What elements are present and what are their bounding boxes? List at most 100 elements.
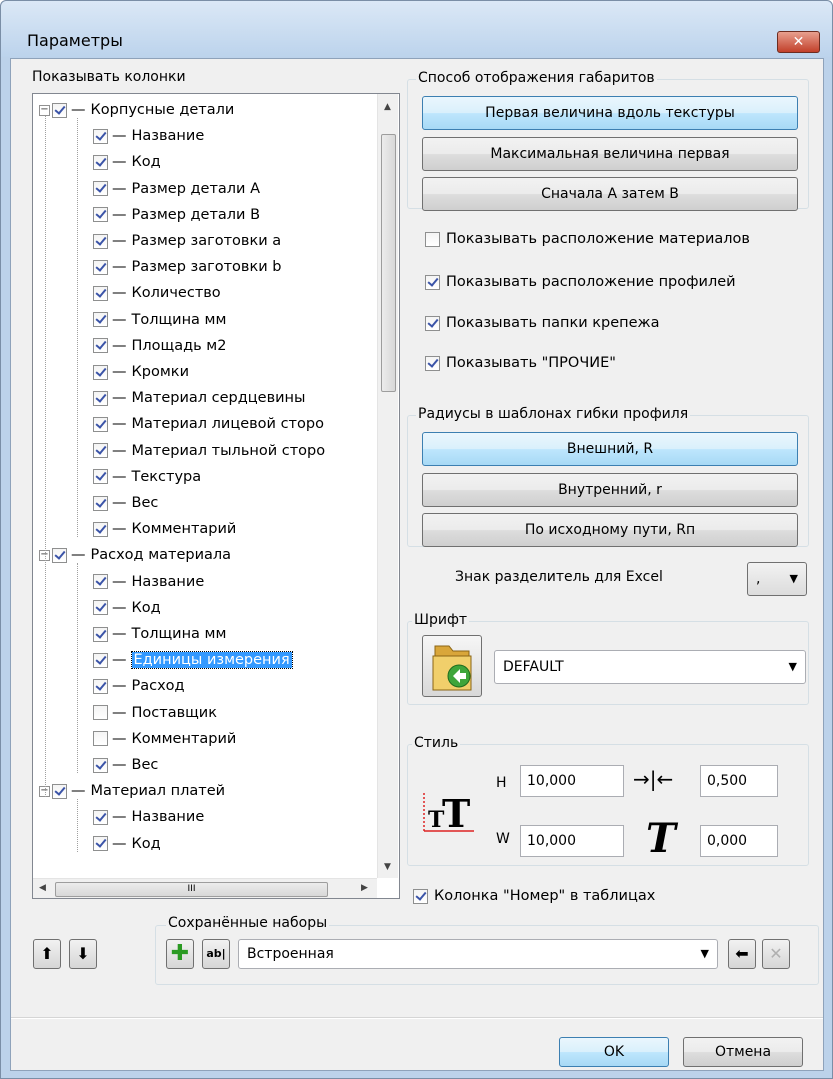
tree-item-checkbox[interactable] (93, 469, 108, 485)
add-set-button[interactable]: ✚ (166, 939, 194, 969)
tree-item-checkbox[interactable] (93, 495, 108, 511)
show-profiles-option[interactable]: Показывать расположение профилей (425, 274, 736, 290)
number-column-option[interactable]: Колонка "Номер" в таблицах (413, 888, 655, 904)
tree-item[interactable]: — Название (93, 805, 204, 829)
radius-mode-button[interactable]: По исходному пути, Rп (422, 513, 798, 547)
delete-set-button[interactable]: ✕ (762, 939, 790, 969)
show-fasteners-option[interactable]: Показывать папки крепежа (425, 315, 659, 331)
tree-item[interactable]: — Размер детали A (93, 177, 260, 201)
cancel-button[interactable]: Отмена (683, 1037, 803, 1067)
show-materials-option[interactable]: Показывать расположение материалов (425, 231, 750, 247)
tree-item[interactable]: — Материал сердцевины (93, 386, 305, 410)
tree-item[interactable]: — Текстура (93, 465, 201, 489)
tree-item[interactable]: — Комментарий (93, 517, 236, 541)
slant-input[interactable]: 0,000 (700, 825, 778, 857)
tree-item[interactable]: — Толщина мм (93, 308, 226, 332)
font-picker-button[interactable] (422, 635, 482, 697)
collapse-icon[interactable]: − (39, 104, 50, 116)
dimension-mode-button[interactable]: Первая величина вдоль текстуры (422, 96, 798, 130)
tree-item[interactable]: — Материал тыльной сторо (93, 439, 325, 463)
tree-item[interactable]: — Размер заготовки a (93, 229, 281, 253)
tree-item-checkbox[interactable] (93, 154, 108, 170)
show-fasteners-checkbox[interactable] (425, 315, 440, 331)
radius-mode-button[interactable]: Внешний, R (422, 432, 798, 466)
tree-item-checkbox[interactable] (93, 600, 108, 616)
saved-set-select[interactable]: Встроенная ▼ (238, 939, 718, 969)
tree-item-checkbox[interactable] (93, 574, 108, 590)
tree-item[interactable]: — Площадь м2 (93, 334, 226, 358)
apply-set-button[interactable]: ⬅ (728, 939, 756, 969)
tree-item-checkbox[interactable] (93, 128, 108, 144)
tree-item-checkbox[interactable] (52, 783, 67, 799)
tree-item[interactable]: — Код (93, 596, 161, 620)
tree-item-checkbox[interactable] (93, 312, 108, 328)
rename-set-button[interactable]: ab| (202, 939, 230, 969)
tree-item[interactable]: — Толщина мм (93, 622, 226, 646)
vertical-scroll-thumb[interactable] (381, 134, 396, 392)
tree-item[interactable]: — Название (93, 124, 204, 148)
tree-item[interactable]: — Размер детали B (93, 203, 260, 227)
tree-item-checkbox[interactable] (93, 285, 108, 301)
tree-item-checkbox[interactable] (93, 809, 108, 825)
move-up-button[interactable]: ⬆ (33, 939, 61, 969)
horizontal-scrollbar[interactable]: ◀ III ▶ (33, 878, 377, 898)
horizontal-scroll-thumb[interactable]: III (55, 882, 328, 897)
show-materials-checkbox[interactable] (425, 231, 440, 247)
tree-item[interactable]: — Материал лицевой сторо (93, 412, 324, 436)
tree-item-checkbox[interactable] (93, 207, 108, 223)
spacing-input[interactable]: 0,500 (700, 765, 778, 797)
tree-item-checkbox[interactable] (93, 836, 108, 852)
width-input[interactable]: 10,000 (520, 825, 624, 857)
scroll-down-icon[interactable]: ▼ (384, 862, 391, 872)
tree-item[interactable]: — Поставщик (93, 701, 217, 725)
tree-item[interactable]: — Единицы измерения (93, 648, 293, 672)
tree-item-checkbox[interactable] (93, 757, 108, 773)
tree-item-checkbox[interactable] (52, 102, 67, 118)
number-column-checkbox[interactable] (413, 888, 428, 904)
tree-item-checkbox[interactable] (52, 547, 67, 563)
tree-item-checkbox[interactable] (93, 233, 108, 249)
tree-item-checkbox[interactable] (93, 364, 108, 380)
tree-item-checkbox[interactable] (93, 705, 108, 721)
tree-item-checkbox[interactable] (93, 678, 108, 694)
tree-item[interactable]: — Название (93, 570, 204, 594)
close-button[interactable]: ✕ (777, 31, 820, 53)
show-other-checkbox[interactable] (425, 355, 440, 371)
tree-group-item[interactable]: − — Материал платей (39, 779, 225, 803)
tree-item-checkbox[interactable] (93, 181, 108, 197)
tree-item[interactable]: — Кромки (93, 360, 189, 384)
tree-item[interactable]: — Комментарий (93, 727, 236, 751)
tree-item-checkbox[interactable] (93, 731, 108, 747)
tree-item-checkbox[interactable] (93, 626, 108, 642)
tree-item-checkbox[interactable] (93, 652, 108, 668)
move-down-button[interactable]: ⬇ (69, 939, 97, 969)
tree-item-checkbox[interactable] (93, 521, 108, 537)
tree-item[interactable]: — Размер заготовки b (93, 255, 281, 279)
radius-mode-button[interactable]: Внутренний, r (422, 473, 798, 507)
tree-item[interactable]: — Код (93, 150, 161, 174)
tree-item[interactable]: — Количество (93, 281, 221, 305)
scroll-left-icon[interactable]: ◀ (39, 883, 46, 893)
columns-tree[interactable]: − — Корпусные детали — Название — Код — Размер д… (32, 93, 400, 899)
tree-item[interactable]: — Вес (93, 753, 158, 777)
show-profiles-checkbox[interactable] (425, 274, 440, 290)
ok-button[interactable]: OK (559, 1037, 669, 1067)
scroll-right-icon[interactable]: ▶ (361, 883, 368, 893)
tree-item-checkbox[interactable] (93, 416, 108, 432)
tree-item-checkbox[interactable] (93, 390, 108, 406)
tree-group-item[interactable]: − — Расход материала (39, 543, 231, 567)
excel-separator-select[interactable]: , ▼ (747, 562, 807, 596)
height-input[interactable]: 10,000 (520, 765, 624, 797)
tree-item[interactable]: — Код (93, 832, 161, 856)
show-other-option[interactable]: Показывать "ПРОЧИЕ" (425, 355, 616, 371)
tree-item-checkbox[interactable] (93, 259, 108, 275)
font-select[interactable]: DEFAULT ▼ (494, 650, 806, 684)
vertical-scrollbar[interactable]: ▲ ▼ (377, 94, 398, 878)
dimension-mode-button[interactable]: Максимальная величина первая (422, 137, 798, 171)
tree-group-item[interactable]: − — Корпусные детали (39, 98, 234, 122)
scroll-up-icon[interactable]: ▲ (384, 102, 391, 112)
tree-item[interactable]: — Расход (93, 674, 185, 698)
tree-item[interactable]: — Вес (93, 491, 158, 515)
tree-item-checkbox[interactable] (93, 443, 108, 459)
title-bar[interactable]: Параметры ✕ (1, 1, 832, 57)
